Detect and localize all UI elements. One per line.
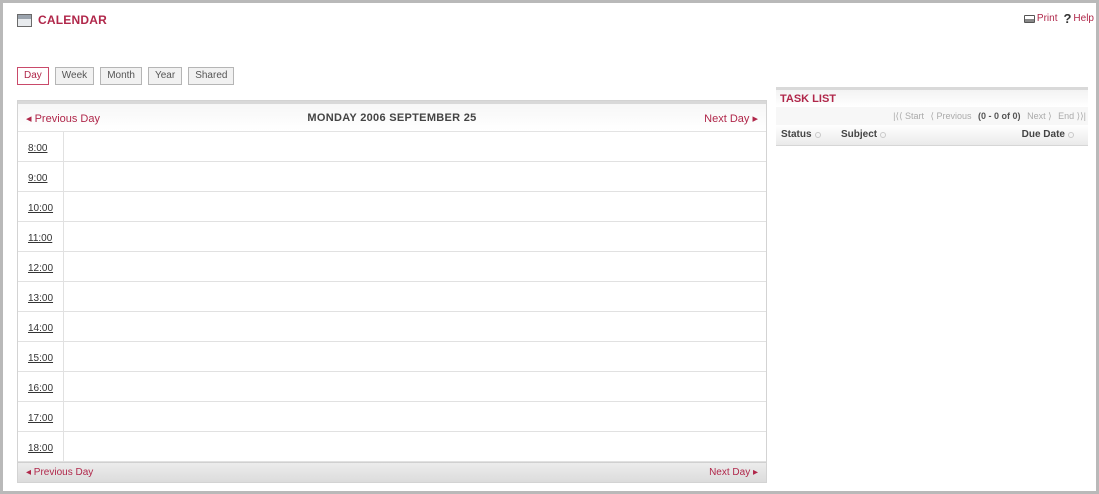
tab-month[interactable]: Month [100, 67, 142, 85]
calendar-icon [17, 13, 32, 27]
tab-day[interactable]: Day [17, 67, 49, 85]
tab-shared[interactable]: Shared [188, 67, 235, 85]
hour-grid: 8:00 9:00 10:00 11:00 12:00 13:00 14:00 … [18, 132, 766, 462]
hour-link[interactable]: 14:00 [18, 312, 64, 341]
hour-row: 18:00 [18, 432, 766, 462]
hour-link[interactable]: 13:00 [18, 282, 64, 311]
hour-row: 8:00 [18, 132, 766, 162]
due-date-column-header[interactable]: Due Date [1022, 125, 1074, 145]
hour-slot[interactable] [64, 312, 766, 341]
tab-year[interactable]: Year [147, 67, 183, 85]
day-title: MONDAY 2006 SEPTEMBER 25 [307, 112, 477, 124]
task-list-header: TASK LIST [776, 87, 1088, 107]
app-header: CALENDAR [17, 11, 107, 29]
hour-slot[interactable] [64, 192, 766, 221]
hour-slot[interactable] [64, 252, 766, 281]
hour-row: 14:00 [18, 312, 766, 342]
print-link[interactable]: Print [1023, 13, 1058, 24]
bottom-day-navigation: ◂ Previous Day Next Day ▸ [18, 462, 766, 482]
pager-start[interactable]: |⟨⟨ Start [893, 111, 924, 121]
subject-column-header[interactable]: Subject [841, 125, 887, 145]
help-icon: ? [1063, 10, 1072, 26]
hour-row: 16:00 [18, 372, 766, 402]
hour-row: 15:00 [18, 342, 766, 372]
hour-link[interactable]: 10:00 [18, 192, 64, 221]
pager-next[interactable]: Next ⟩ [1027, 111, 1052, 121]
hour-link[interactable]: 8:00 [18, 132, 64, 161]
status-column-label: Status [781, 129, 812, 140]
hour-link[interactable]: 9:00 [18, 162, 64, 191]
hour-row: 13:00 [18, 282, 766, 312]
hour-row: 10:00 [18, 192, 766, 222]
tab-week[interactable]: Week [54, 67, 95, 85]
sort-icon [1068, 132, 1074, 138]
hour-row: 9:00 [18, 162, 766, 192]
due-date-column-label: Due Date [1021, 129, 1065, 140]
pager-end[interactable]: End ⟩⟩| [1058, 111, 1086, 121]
hour-link[interactable]: 11:00 [18, 222, 64, 251]
task-list-title: TASK LIST [780, 93, 837, 105]
calendar-window: CALENDAR Print ? Help Day Week Month Yea… [0, 0, 1099, 494]
printer-icon [1023, 14, 1035, 23]
top-links: Print ? Help [1023, 10, 1094, 26]
bottom-next-day-link[interactable]: Next Day ▸ [709, 467, 758, 478]
subject-column-label: Subject [841, 129, 878, 140]
day-navigation: ◂ Previous Day MONDAY 2006 SEPTEMBER 25 … [18, 101, 766, 132]
hour-row: 17:00 [18, 402, 766, 432]
hour-link[interactable]: 17:00 [18, 402, 64, 431]
hour-slot[interactable] [64, 132, 766, 161]
pager-range: (0 - 0 of 0) [978, 111, 1021, 121]
hour-link[interactable]: 12:00 [18, 252, 64, 281]
sort-icon [880, 132, 887, 138]
hour-slot[interactable] [64, 222, 766, 251]
task-pager: |⟨⟨ Start ⟨ Previous (0 - 0 of 0) Next ⟩… [776, 107, 1088, 125]
view-tabs: Day Week Month Year Shared [17, 67, 235, 85]
hour-slot[interactable] [64, 402, 766, 431]
next-day-link[interactable]: Next Day ▸ [704, 112, 758, 125]
day-calendar: ◂ Previous Day MONDAY 2006 SEPTEMBER 25 … [17, 100, 767, 483]
hour-slot[interactable] [64, 432, 766, 461]
hour-link[interactable]: 16:00 [18, 372, 64, 401]
task-table-header: Status Subject Due Date [776, 125, 1088, 146]
hour-slot[interactable] [64, 372, 766, 401]
task-list-panel: TASK LIST |⟨⟨ Start ⟨ Previous (0 - 0 of… [776, 87, 1088, 163]
sort-icon [814, 132, 821, 138]
hour-row: 11:00 [18, 222, 766, 252]
hour-link[interactable]: 15:00 [18, 342, 64, 371]
hour-row: 12:00 [18, 252, 766, 282]
hour-slot[interactable] [64, 282, 766, 311]
bottom-previous-day-link[interactable]: ◂ Previous Day [26, 467, 93, 478]
hour-link[interactable]: 18:00 [18, 432, 64, 461]
print-label: Print [1036, 13, 1058, 24]
hour-slot[interactable] [64, 342, 766, 371]
help-label: Help [1073, 13, 1094, 24]
pager-previous[interactable]: ⟨ Previous [931, 111, 972, 121]
hour-slot[interactable] [64, 162, 766, 191]
help-link[interactable]: ? Help [1063, 10, 1094, 26]
app-title: CALENDAR [38, 13, 107, 27]
status-column-header[interactable]: Status [781, 125, 841, 145]
